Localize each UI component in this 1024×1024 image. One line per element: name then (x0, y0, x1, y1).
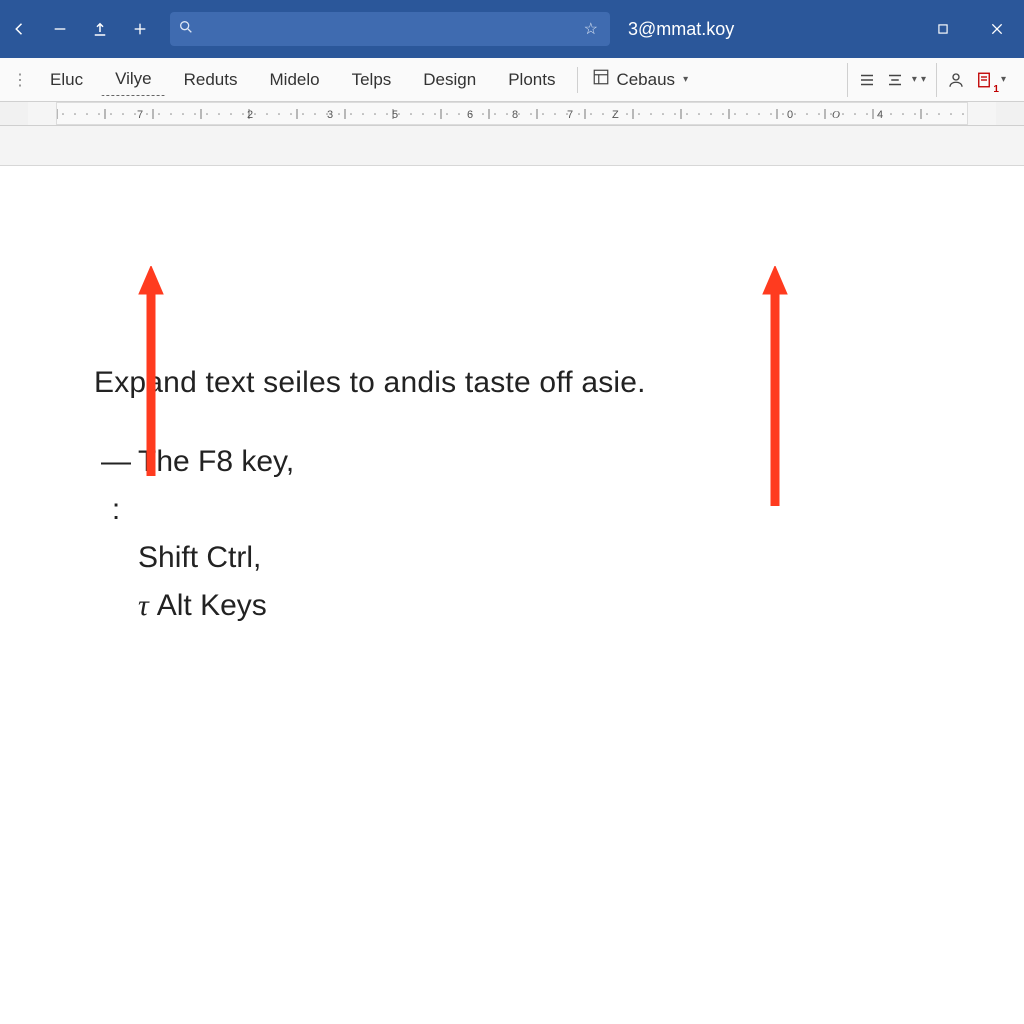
share-button[interactable] (80, 0, 120, 58)
menu-design[interactable]: Design (409, 64, 490, 96)
list-text: Shift Ctrl, (138, 534, 261, 582)
star-icon[interactable]: ☆ (580, 19, 602, 39)
svg-text:5: 5 (392, 109, 398, 121)
ruler-gap (0, 126, 1024, 166)
window-controls (916, 0, 1024, 58)
titlebar: ☆ 3@mmat.koy (0, 0, 1024, 58)
cebaus-label: Cebaus (616, 70, 675, 90)
svg-text:3: 3 (327, 109, 333, 121)
user-icon[interactable] (943, 67, 969, 93)
menubar: ⋮ Eluc Vilye Reduts Midelo Telps Design … (0, 58, 1024, 102)
document-list[interactable]: — : The F8 key, Shift Ctrl, τ Alt Keys (94, 438, 294, 630)
svg-text:7: 7 (567, 109, 573, 121)
minimize-button[interactable] (40, 0, 80, 58)
chevron-down-icon[interactable]: ▾ (1001, 74, 1006, 85)
horizontal-ruler[interactable]: 7 2 3 5 6 8 7 Z 0 O 4 (56, 102, 968, 125)
close-button[interactable] (970, 0, 1024, 58)
new-tab-button[interactable] (120, 0, 160, 58)
svg-text:Z: Z (612, 109, 619, 121)
ruler-left-edge (0, 102, 28, 125)
document-paragraph[interactable]: Expand text seiles to andis taste off as… (94, 366, 646, 400)
list-bullet: — : (94, 438, 138, 534)
ribbon-right: ▾ ▾ 1 ▾ (847, 63, 1024, 97)
restore-button[interactable] (916, 0, 970, 58)
list-bullet: τ (138, 582, 149, 630)
menu-plonts[interactable]: Plonts (494, 64, 569, 96)
list-text: Alt Keys (157, 582, 267, 630)
cebaus-dropdown[interactable]: Cebaus ▾ (586, 66, 694, 93)
back-button[interactable] (0, 0, 40, 58)
align-justify-button[interactable] (854, 67, 880, 93)
menu-eluc[interactable]: Eluc (36, 64, 97, 96)
svg-text:0: 0 (787, 109, 793, 121)
ruler-bar: 7 2 3 5 6 8 7 Z 0 O 4 (0, 102, 1024, 126)
user-group: 1 ▾ (936, 63, 1012, 97)
chevron-down-icon[interactable]: ▾ (912, 74, 917, 85)
document-badge-icon[interactable]: 1 (971, 67, 997, 93)
account-label[interactable]: 3@mmat.koy (628, 19, 734, 40)
search-input[interactable] (200, 21, 574, 37)
list-item[interactable]: — : The F8 key, (94, 438, 294, 534)
menu-vilye[interactable]: Vilye (101, 63, 166, 96)
menu-midelo[interactable]: Midelo (256, 64, 334, 96)
list-item[interactable]: τ Alt Keys (138, 582, 294, 630)
svg-text:7: 7 (137, 109, 143, 121)
svg-text:O: O (832, 109, 840, 121)
badge-count: 1 (993, 84, 999, 95)
chevron-down-icon[interactable]: ▾ (921, 74, 926, 85)
svg-text:4: 4 (877, 109, 883, 121)
menubar-handle: ⋮ (12, 65, 26, 95)
chevron-down-icon: ▾ (683, 74, 688, 85)
search-box[interactable]: ☆ (170, 12, 610, 46)
svg-text:6: 6 (467, 109, 473, 121)
svg-text:8: 8 (512, 109, 518, 121)
menu-reduts[interactable]: Reduts (170, 64, 252, 96)
align-center-button[interactable] (882, 67, 908, 93)
annotation-arrow-right (755, 266, 795, 511)
document-page[interactable]: Expand text seiles to andis taste off as… (0, 166, 1024, 1024)
svg-text:2: 2 (247, 109, 253, 121)
separator (577, 67, 578, 93)
page-layout-icon (592, 68, 610, 91)
list-text: The F8 key, (138, 438, 294, 534)
menu-telps[interactable]: Telps (338, 64, 406, 96)
align-group: ▾ ▾ (847, 63, 932, 97)
search-icon (178, 19, 194, 40)
ruler-right-edge (996, 102, 1024, 125)
list-item[interactable]: Shift Ctrl, (138, 534, 294, 582)
